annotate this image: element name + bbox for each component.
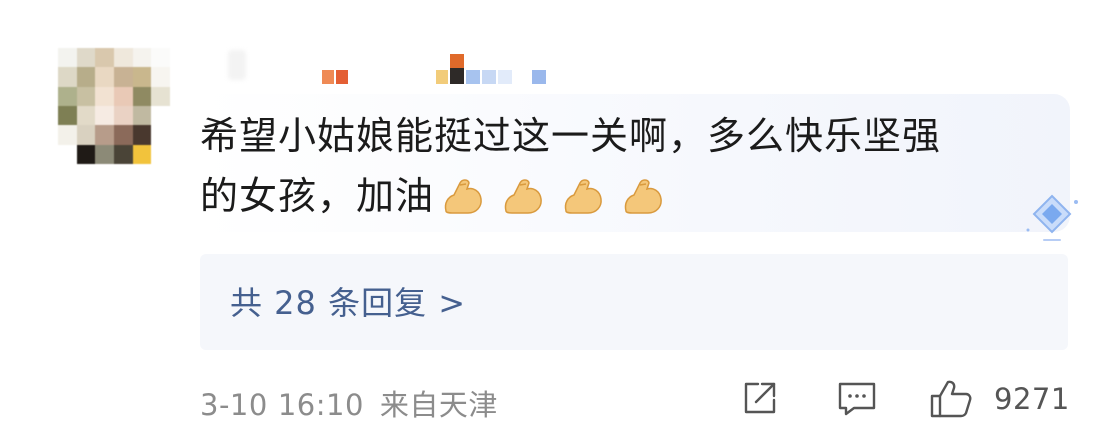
comment-text: 希望小姑娘能挺过这一关啊，多么快乐坚强 的女孩，加油 [200,106,1040,226]
reply-button[interactable] [836,378,878,422]
comment-line-2: 的女孩，加油 [200,174,435,218]
like-count: 9271 [994,382,1070,416]
emoji-group [440,174,666,216]
share-button[interactable] [740,378,780,422]
comment-meta: 3-10 16:10 来自天津 [200,382,498,424]
avatar[interactable] [58,48,170,164]
comment-footer: 3-10 16:10 来自天津 9271 [200,378,1070,426]
comment-date: 3-10 [200,388,268,422]
view-replies-link[interactable]: 共 28 条回复 > [230,278,466,324]
comment-time: 16:10 [277,388,364,422]
comment-line-1: 希望小姑娘能挺过这一关啊，多么快乐坚强 [200,114,942,158]
flexed-biceps-icon [500,174,546,216]
username-redacted[interactable] [210,46,570,90]
flexed-biceps-icon [440,174,486,216]
flexed-biceps-icon [620,174,666,216]
comment-location: 来自天津 [379,388,498,422]
replies-box[interactable]: 共 28 条回复 > [200,254,1068,350]
share-icon [740,382,780,422]
diamond-badge-icon [1020,190,1084,246]
flexed-biceps-icon [560,174,606,216]
comment-icon [836,382,878,422]
like-button[interactable] [928,378,974,424]
thumbs-up-icon [928,380,974,424]
